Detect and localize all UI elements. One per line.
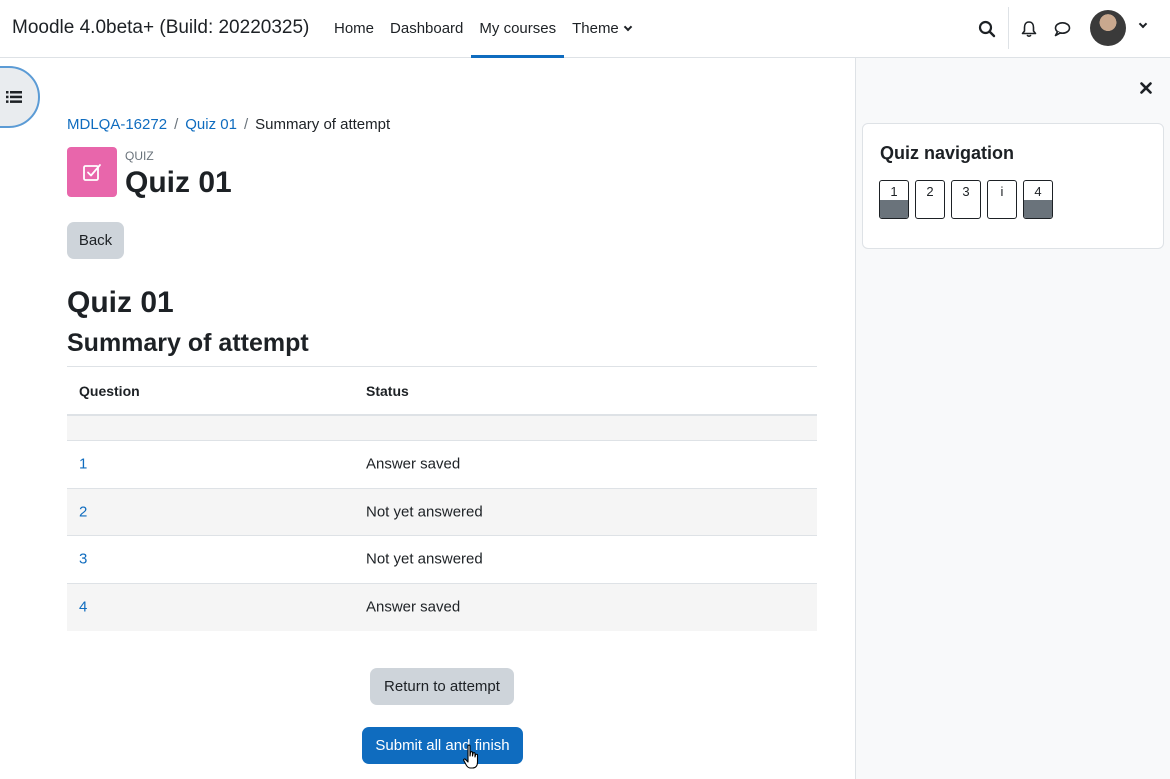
hand-cursor-icon bbox=[463, 744, 479, 769]
chevron-down-icon[interactable] bbox=[1138, 19, 1148, 29]
breadcrumb-course[interactable]: MDLQA-16272 bbox=[67, 116, 167, 133]
table-row: 3 Not yet answered bbox=[67, 536, 817, 584]
back-button[interactable]: Back bbox=[67, 222, 124, 259]
nav-item-label: Home bbox=[334, 20, 375, 37]
nav-item-dashboard[interactable]: Dashboard bbox=[382, 0, 471, 57]
return-to-attempt-button[interactable]: Return to attempt bbox=[370, 668, 514, 705]
submit-all-and-finish-button[interactable]: Submit all and finish bbox=[362, 727, 523, 764]
quiz-nav-button-info[interactable]: i bbox=[987, 180, 1017, 219]
primary-navigation: Home Dashboard My courses Theme bbox=[326, 0, 639, 58]
column-header-status: Status bbox=[366, 382, 409, 399]
quiz-nav-button-label: 3 bbox=[962, 184, 970, 199]
quiz-nav-button-1[interactable]: 1 bbox=[879, 180, 909, 219]
breadcrumb-separator: / bbox=[243, 116, 249, 133]
question-link[interactable]: 2 bbox=[79, 503, 87, 520]
question-status: Answer saved bbox=[366, 598, 461, 616]
close-icon[interactable] bbox=[1136, 78, 1156, 98]
top-navbar: Moodle 4.0beta+ (Build: 20220325) Home D… bbox=[0, 0, 1170, 58]
breadcrumb-separator: / bbox=[174, 116, 179, 133]
chevron-down-icon bbox=[623, 22, 633, 31]
question-status: Answer saved bbox=[366, 455, 461, 473]
breadcrumb-quiz[interactable]: Quiz 01 bbox=[185, 116, 237, 133]
question-status: Not yet answered bbox=[366, 550, 483, 568]
answered-indicator bbox=[1024, 200, 1052, 218]
table-header: Question Status bbox=[67, 367, 817, 416]
nav-item-label: Theme bbox=[572, 20, 619, 37]
search-icon[interactable] bbox=[975, 17, 999, 41]
question-link[interactable]: 1 bbox=[79, 456, 87, 473]
table-row: 1 Answer saved bbox=[67, 441, 817, 489]
breadcrumb: MDLQA-16272 / Quiz 01 / Summary of attempt bbox=[67, 116, 390, 133]
question-link[interactable]: 4 bbox=[79, 599, 87, 616]
quiz-nav-button-3[interactable]: 3 bbox=[951, 180, 981, 219]
table-row: 2 Not yet answered bbox=[67, 488, 817, 536]
table-row: 4 Answer saved bbox=[67, 583, 817, 631]
module-type-label: QUIZ bbox=[125, 149, 154, 163]
quiz-nav-button-label: 4 bbox=[1034, 184, 1042, 199]
course-index-toggle[interactable] bbox=[0, 66, 40, 128]
avatar[interactable] bbox=[1090, 10, 1126, 46]
page-title: Quiz 01 bbox=[125, 166, 232, 199]
quiz-nav-button-label: 2 bbox=[926, 184, 934, 199]
nav-item-label: Dashboard bbox=[390, 20, 464, 37]
bell-icon[interactable] bbox=[1017, 17, 1041, 41]
nav-item-theme[interactable]: Theme bbox=[564, 0, 639, 57]
summary-table: Question Status 1 Answer saved 2 Not yet… bbox=[67, 366, 817, 631]
nav-item-my-courses[interactable]: My courses bbox=[471, 0, 564, 58]
table-section-row bbox=[67, 416, 817, 441]
quiz-navigation-block: Quiz navigation 1 2 3 i 4 bbox=[862, 123, 1164, 249]
column-header-question: Question bbox=[79, 382, 140, 399]
quiz-nav-button-2[interactable]: 2 bbox=[915, 180, 945, 219]
chat-icon[interactable] bbox=[1050, 17, 1074, 41]
nav-item-home[interactable]: Home bbox=[326, 0, 382, 57]
question-link[interactable]: 3 bbox=[79, 551, 87, 568]
list-icon bbox=[6, 91, 22, 103]
navbar-divider bbox=[1008, 7, 1009, 49]
quiz-heading: Quiz 01 bbox=[67, 286, 174, 319]
quiz-nav-button-label: 1 bbox=[890, 184, 898, 199]
quiz-checkbox-icon bbox=[67, 147, 117, 197]
question-status: Not yet answered bbox=[366, 503, 483, 521]
breadcrumb-current: Summary of attempt bbox=[255, 116, 391, 133]
quiz-navigation-title: Quiz navigation bbox=[880, 143, 1015, 163]
summary-heading: Summary of attempt bbox=[67, 329, 309, 357]
site-name[interactable]: Moodle 4.0beta+ (Build: 20220325) bbox=[12, 17, 309, 39]
nav-item-label: My courses bbox=[479, 20, 557, 37]
quiz-nav-button-label: i bbox=[1000, 184, 1004, 199]
answered-indicator bbox=[880, 200, 908, 218]
quiz-nav-button-4[interactable]: 4 bbox=[1023, 180, 1053, 219]
